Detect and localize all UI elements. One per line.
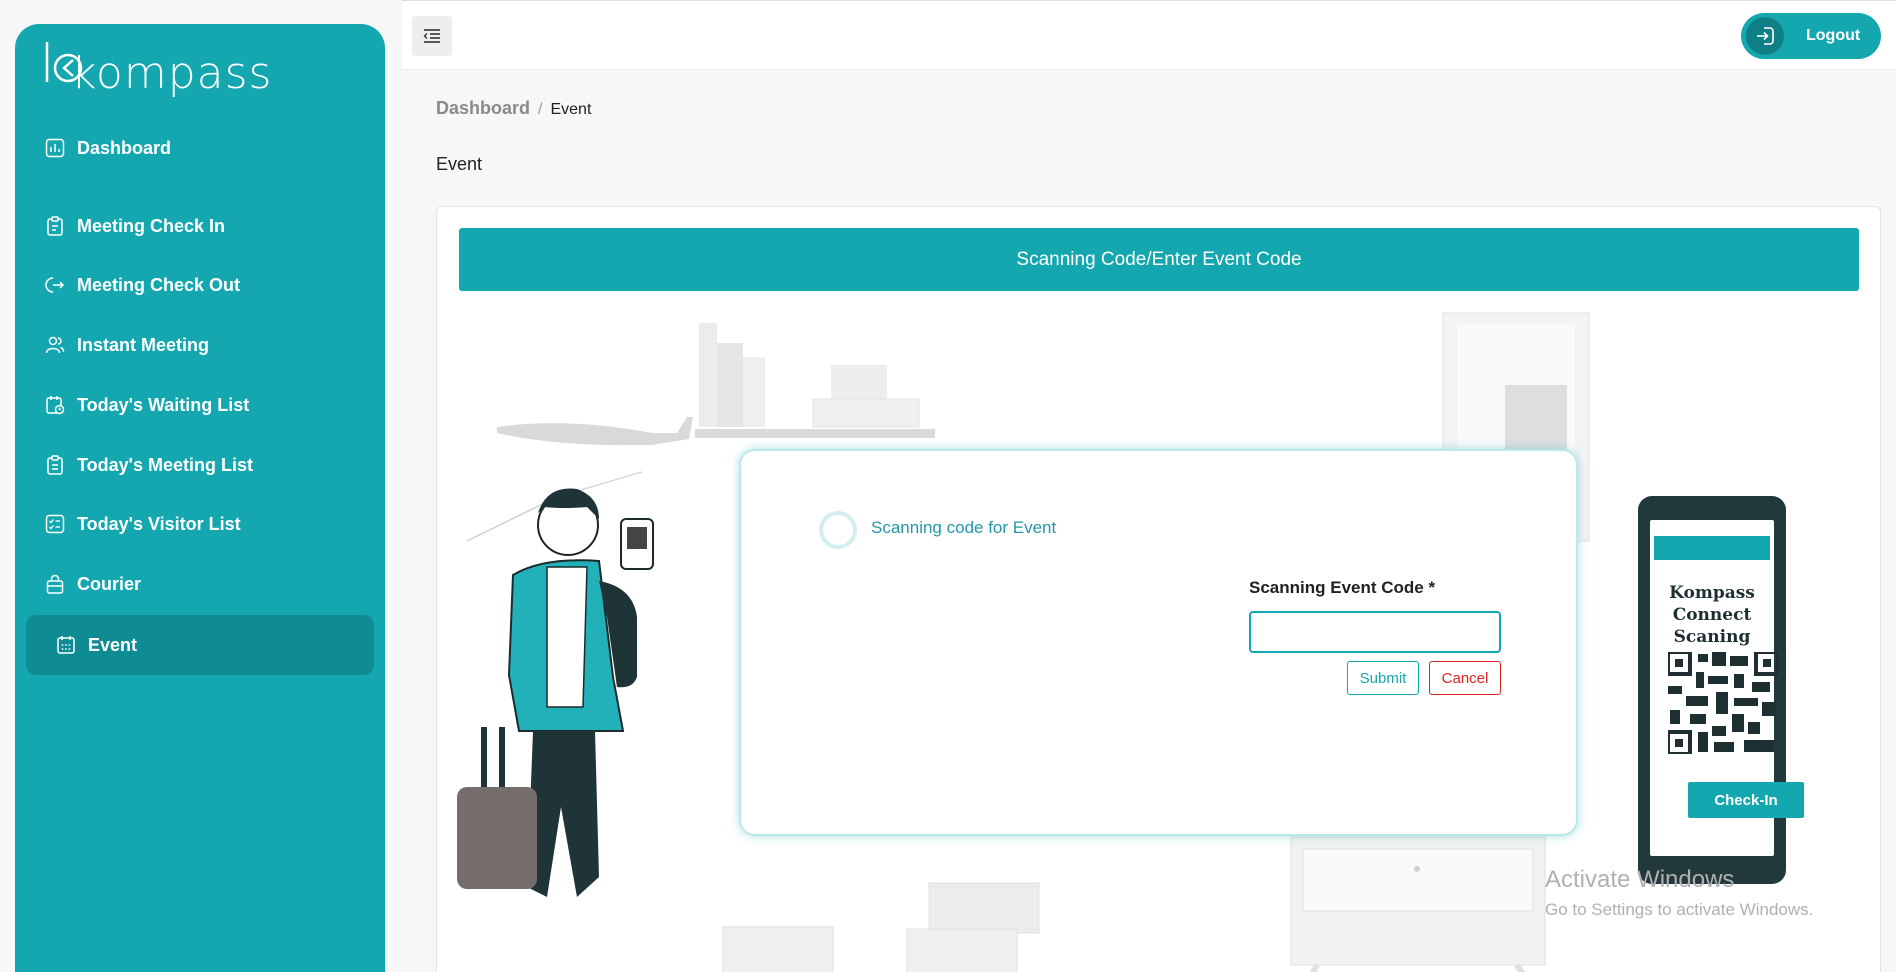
traveler-shirt (546, 566, 588, 708)
event-code-label: Scanning Event Code * (1249, 578, 1436, 597)
box-top (831, 365, 887, 399)
scan-event-modal: Scanning code for Event Scanning Event C… (739, 449, 1578, 836)
phone-title: Kompass Connect Scaning (1650, 582, 1774, 648)
book-1 (699, 323, 717, 427)
qr-code-icon (1668, 652, 1778, 754)
sidebar-item-label: Dashboard (77, 137, 172, 158)
airplane (497, 417, 693, 446)
phone-title-line-1: Kompass Connect (1669, 583, 1755, 625)
breadcrumb-current: Event (550, 101, 592, 118)
phone-illustration: Kompass Connect Scaning Check-In (1638, 496, 1804, 884)
logout-icon-badge (1746, 17, 1784, 55)
activate-windows-title: Activate Windows (1545, 866, 1735, 893)
phone-check-in-button: Check-In (1688, 782, 1804, 818)
sidebar-item-label: Courier (77, 573, 142, 594)
sidebar-item-label: Event (88, 634, 138, 655)
cabinet-drawer (1302, 848, 1534, 912)
submit-button[interactable]: Submit (1347, 661, 1419, 695)
sidebar-item-label: Meeting Check Out (77, 274, 241, 295)
phone-screen: Kompass Connect Scaning Check-In (1650, 520, 1804, 856)
sidebar-item-label: Today's Visitor List (77, 513, 241, 534)
sidebar-item-label: Today's Waiting List (77, 394, 250, 415)
sidebar-item-todays-waiting-list[interactable]: Today's Waiting List (45, 385, 249, 425)
breadcrumb-separator: / (538, 101, 543, 118)
phone-header-bar (1654, 536, 1770, 560)
calendar-clock-icon (46, 396, 65, 415)
suitcase-handle-left (481, 727, 487, 787)
sidebar-item-dashboard[interactable]: Dashboard (45, 128, 171, 168)
wall-frame-art (1505, 385, 1567, 451)
sidebar-item-label: Meeting Check In (77, 215, 226, 236)
sidebar-item-todays-meeting-list[interactable]: Today's Meeting List (45, 445, 253, 485)
sidebar-item-meeting-check-in[interactable]: Meeting Check In (45, 206, 225, 246)
checklist-icon (45, 514, 65, 534)
logo-text: kompass (71, 48, 273, 99)
clipboard-list-icon (47, 455, 63, 475)
breadcrumb: Dashboard / Event (436, 98, 591, 119)
cancel-button[interactable]: Cancel (1429, 661, 1501, 695)
calendar-icon (57, 636, 75, 654)
logout-label: Logout (1806, 27, 1861, 44)
scan-code-banner: Scanning Code/Enter Event Code (459, 228, 1859, 291)
activate-windows-subtitle: Go to Settings to activate Windows. (1545, 900, 1814, 919)
bag-icon (46, 574, 64, 594)
logout-button[interactable]: Logout (1741, 13, 1881, 59)
page-title: Event (436, 154, 483, 174)
cabinet-leg-right (1514, 963, 1526, 972)
floor-box-1 (928, 882, 1040, 934)
sidebar-item-courier[interactable]: Courier (45, 564, 141, 604)
sidebar: kompass Dashboard Meeting Check In Meeti… (15, 24, 385, 972)
loading-spinner-icon (819, 511, 857, 549)
top-bar: Logout (402, 0, 1896, 70)
logout-arrow-icon (45, 277, 65, 293)
cabinet-knob (1414, 866, 1420, 872)
phone-title-line-2: Scaning (1673, 627, 1751, 647)
sidebar-item-label: Today's Meeting List (77, 454, 253, 475)
sidebar-item-label: Instant Meeting (77, 334, 210, 355)
cabinet-leg-left (1309, 963, 1320, 972)
sidebar-item-todays-visitor-list[interactable]: Today's Visitor List (45, 504, 241, 544)
floor-box-2 (906, 928, 1018, 972)
book-3 (743, 357, 765, 427)
dashboard-chart-icon (45, 138, 65, 158)
traveler-phone-qr (627, 527, 647, 549)
menu-toggle-button[interactable] (412, 16, 452, 56)
menu-collapse-icon (423, 29, 440, 43)
book-2 (717, 343, 743, 427)
traveler-pants (527, 731, 599, 897)
event-code-input[interactable] (1249, 611, 1501, 653)
shelf (695, 429, 935, 438)
breadcrumb-home-link[interactable]: Dashboard (436, 98, 530, 118)
box-bottom (812, 398, 920, 428)
floor-box-3 (722, 926, 834, 972)
clipboard-icon (47, 216, 63, 236)
users-icon (45, 336, 65, 354)
sidebar-item-meeting-check-out[interactable]: Meeting Check Out (45, 265, 240, 305)
sidebar-item-instant-meeting[interactable]: Instant Meeting (45, 325, 209, 365)
login-arrow-icon (1757, 27, 1774, 45)
suitcase-handle-right (499, 727, 505, 787)
modal-title: Scanning code for Event (871, 518, 1057, 537)
suitcase (457, 787, 537, 889)
sidebar-item-event[interactable]: Event (26, 615, 374, 675)
